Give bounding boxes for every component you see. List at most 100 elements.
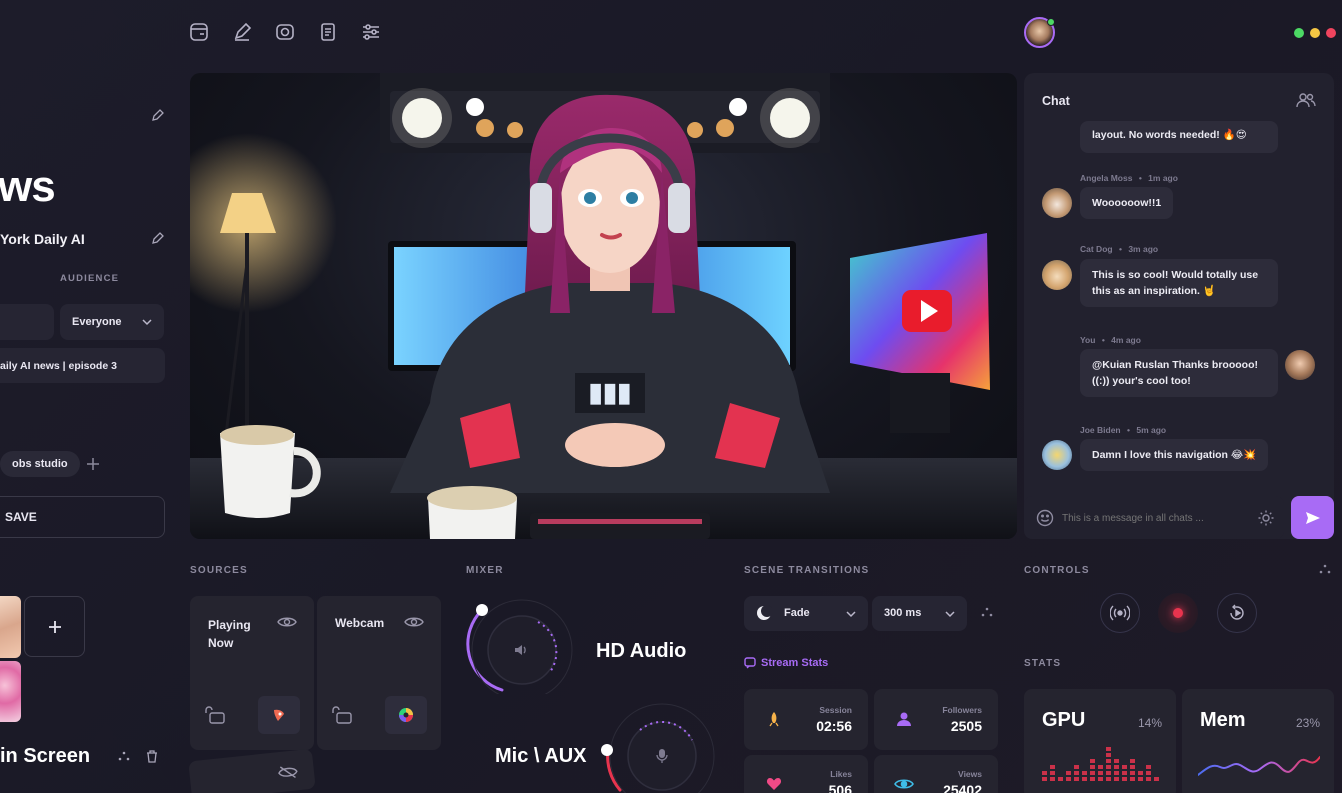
source-card-playing-now[interactable]: Playing Now xyxy=(190,596,314,750)
channel-label: HD Audio xyxy=(596,640,687,662)
message-meta: Angela Moss • 1m ago xyxy=(1080,173,1178,183)
replay-icon xyxy=(1228,604,1246,622)
mem-percent: 23% xyxy=(1295,716,1320,730)
stream-stats-icon xyxy=(744,657,756,669)
more-icon[interactable] xyxy=(1318,563,1332,577)
source-action-button[interactable] xyxy=(385,696,427,734)
record-button[interactable] xyxy=(1158,593,1198,633)
stat-card-followers: Followers 2505 xyxy=(874,689,998,750)
aperture-icon xyxy=(398,707,414,723)
message-text: @Kuian Ruslan Thanks brooooo! ((:)) your… xyxy=(1092,359,1258,387)
audience-dropdown[interactable]: Everyone xyxy=(60,304,164,340)
chat-message: layout. No words needed! 🔥😍 xyxy=(1080,121,1278,153)
more-icon[interactable] xyxy=(980,606,994,620)
stat-card-views: Views 25402 xyxy=(874,755,998,793)
stat-label: Followers xyxy=(942,705,982,715)
trash-icon[interactable] xyxy=(145,749,159,764)
volume-knob-hd-audio[interactable] xyxy=(462,594,582,694)
chat-message: @Kuian Ruslan Thanks brooooo! ((:)) your… xyxy=(1080,349,1278,397)
stat-value: 506 xyxy=(828,782,852,793)
avatar xyxy=(1042,188,1072,218)
stat-label: Views xyxy=(958,769,982,779)
message-text: layout. No words needed! 🔥😍 xyxy=(1092,129,1247,141)
message-meta: You • 4m ago xyxy=(1080,335,1141,345)
stat-value: 2505 xyxy=(950,718,982,734)
scene-thumbnail[interactable] xyxy=(0,596,21,658)
document-icon[interactable] xyxy=(317,21,339,43)
stream-title: ws xyxy=(0,162,56,211)
add-tag-icon[interactable] xyxy=(84,455,102,473)
emoji-icon[interactable] xyxy=(1036,509,1054,527)
stats-title: STATS xyxy=(1024,658,1062,669)
user-avatar[interactable] xyxy=(1024,17,1055,48)
screen-capture-icon[interactable] xyxy=(274,21,296,43)
scene-thumbnail[interactable] xyxy=(0,661,21,722)
source-card-webcam[interactable]: Webcam xyxy=(317,596,441,750)
channel-name: York Daily AI xyxy=(0,231,85,247)
save-label: SAVE xyxy=(5,510,37,524)
stat-label: Session xyxy=(819,705,852,715)
message-meta: Joe Biden • 5m ago xyxy=(1080,425,1167,435)
chevron-down-icon xyxy=(944,609,956,619)
chat-panel: Chat layout. No words needed! 🔥😍 Angela … xyxy=(1024,73,1334,539)
chat-message-input[interactable] xyxy=(1062,507,1242,529)
maximize-button[interactable] xyxy=(1294,28,1304,38)
edit-icon[interactable] xyxy=(151,231,165,245)
avatar xyxy=(1042,440,1072,470)
episode-title-field[interactable]: aily AI news | episode 3 xyxy=(0,348,165,383)
settings-icon[interactable] xyxy=(1257,509,1275,527)
users-icon[interactable] xyxy=(1296,92,1316,108)
stat-label: Likes xyxy=(830,769,852,779)
volume-knob-mic-aux[interactable] xyxy=(600,700,720,793)
message-time: 4m ago xyxy=(1111,335,1141,345)
chevron-down-icon xyxy=(845,609,857,619)
gpu-label: GPU xyxy=(1042,709,1086,731)
stream-stats-label: Stream Stats xyxy=(761,657,829,669)
replay-button[interactable] xyxy=(1217,593,1257,633)
broadcast-icon xyxy=(1110,605,1130,621)
heart-icon xyxy=(766,777,782,791)
plus-icon xyxy=(47,619,63,635)
save-button[interactable]: SAVE xyxy=(0,496,165,538)
move-icon[interactable] xyxy=(117,750,131,764)
transition-duration-value: 300 ms xyxy=(884,607,922,619)
tag-chip[interactable]: obs studio xyxy=(0,451,80,477)
send-button[interactable] xyxy=(1291,496,1334,539)
source-action-button[interactable] xyxy=(258,696,300,734)
transition-type-dropdown[interactable]: Fade xyxy=(744,596,868,631)
mem-stat-card: Mem 23% xyxy=(1182,689,1334,793)
sources-title: SOURCES xyxy=(190,565,248,576)
sliders-icon[interactable] xyxy=(360,21,382,43)
edit-icon[interactable] xyxy=(151,108,165,122)
folder-icon[interactable] xyxy=(188,21,210,43)
add-scene-button[interactable] xyxy=(24,596,85,657)
close-button[interactable] xyxy=(1326,28,1336,38)
transition-duration-dropdown[interactable]: 300 ms xyxy=(872,596,967,631)
microphone-icon xyxy=(655,748,669,764)
minimize-button[interactable] xyxy=(1310,28,1320,38)
unlock-icon[interactable] xyxy=(204,706,226,724)
svg-text:▮▮▮: ▮▮▮ xyxy=(589,377,632,407)
edit-icon[interactable] xyxy=(231,21,253,43)
message-time: 3m ago xyxy=(1128,244,1159,254)
source-label: Webcam xyxy=(335,616,385,630)
stream-preview[interactable]: ▮▮▮ xyxy=(190,73,1017,539)
gpu-usage-bars xyxy=(1042,747,1159,781)
avatar xyxy=(1042,260,1072,290)
category-dropdown[interactable] xyxy=(0,304,54,340)
unlock-icon[interactable] xyxy=(331,706,353,724)
user-icon xyxy=(896,711,912,727)
transition-type-value: Fade xyxy=(784,607,810,619)
left-panel: ws York Daily AI AUDIENCE Everyone aily … xyxy=(0,73,180,793)
broadcast-button[interactable] xyxy=(1100,593,1140,633)
gpu-stat-card: GPU 14% xyxy=(1024,689,1176,793)
eye-icon[interactable] xyxy=(404,615,424,629)
source-card[interactable] xyxy=(188,748,316,793)
chat-message: Woooooow!!1 xyxy=(1080,187,1174,219)
message-text: Damn I love this navigation 😂💥 xyxy=(1092,449,1257,461)
eye-icon[interactable] xyxy=(277,615,297,629)
eye-off-icon[interactable] xyxy=(277,764,298,780)
stat-card-likes: Likes 506 xyxy=(744,755,868,793)
gpu-percent: 14% xyxy=(1137,716,1162,730)
stat-card-session: Session 02:56 xyxy=(744,689,868,750)
